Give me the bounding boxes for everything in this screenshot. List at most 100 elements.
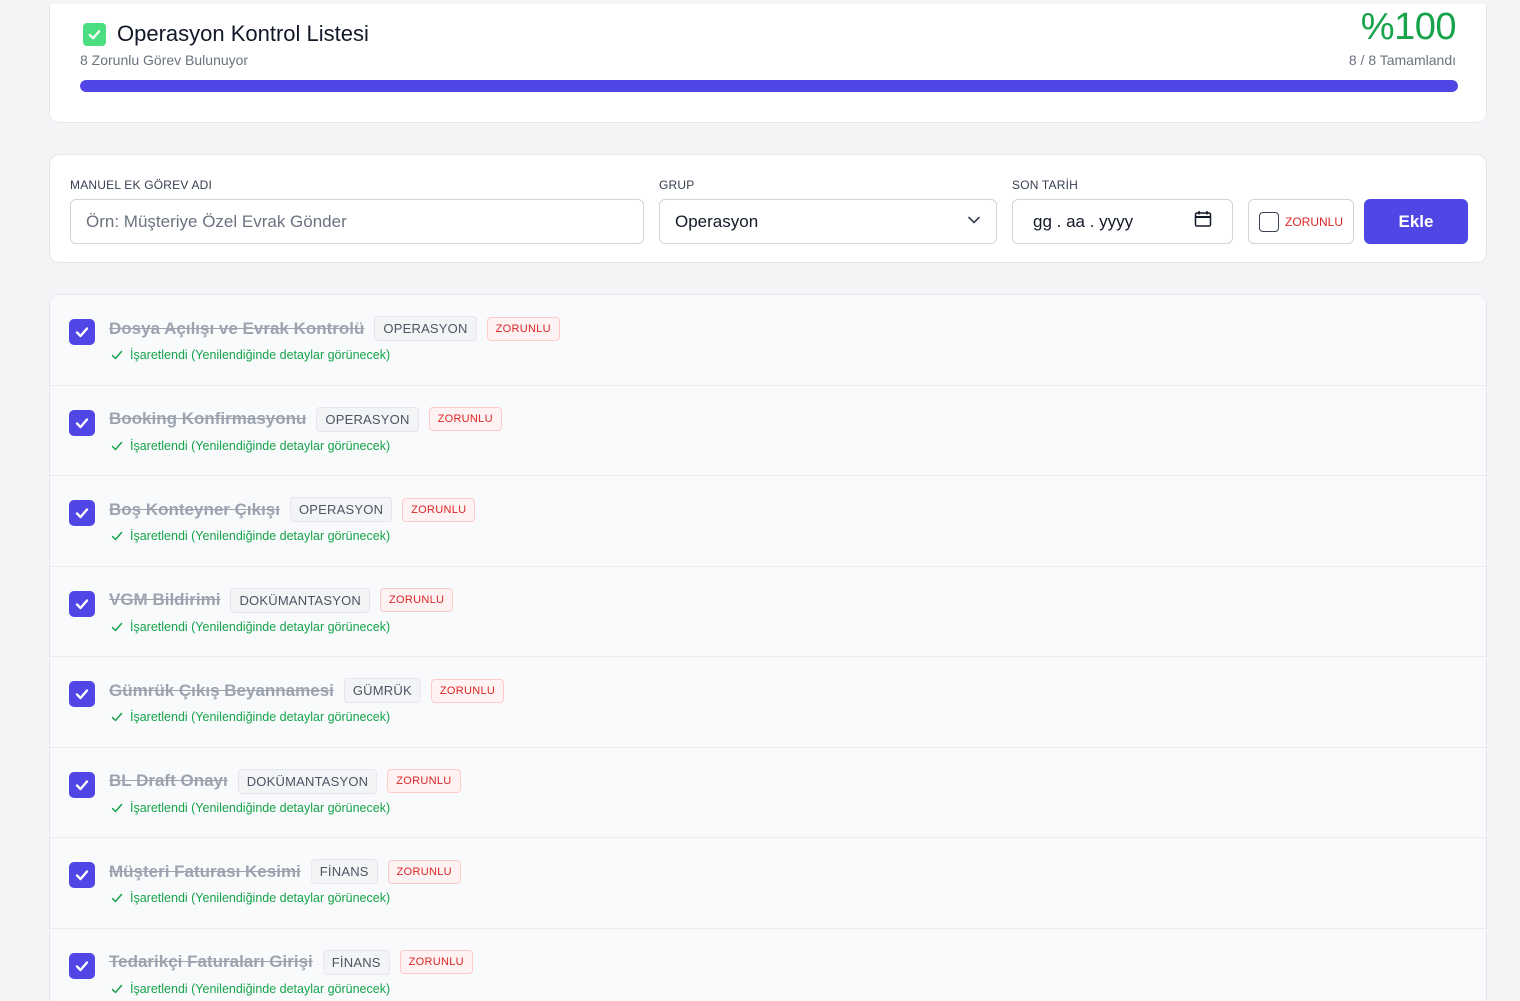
task-checkbox[interactable] <box>69 319 95 345</box>
task-head: VGM Bildirimi DOKÜMANTASYON ZORUNLU <box>109 587 454 613</box>
task-status-text: İşaretlendi (Yenilendiğinde detaylar gör… <box>130 891 391 905</box>
task-group-badge: FİNANS <box>310 859 378 884</box>
add-task-button[interactable]: Ekle <box>1364 199 1468 244</box>
task-group-badge: DOKÜMANTASYON <box>237 768 378 794</box>
check-icon <box>75 327 89 338</box>
task-status: İşaretlendi (Yenilendiğinde detaylar gör… <box>111 801 390 815</box>
task-head: Booking Konfirmasyonu OPERASYON ZORUNLU <box>109 406 502 432</box>
calendar-icon[interactable] <box>1194 210 1212 233</box>
task-checkbox[interactable] <box>69 771 95 798</box>
task-status: İşaretlendi (Yenilendiğinde detaylar gör… <box>111 348 390 362</box>
mandatory-toggle-label: ZORUNLU <box>1285 214 1344 229</box>
task-name: Tedarikçi Faturaları Girişi <box>109 952 313 971</box>
task-status-text: İşaretlendi (Yenilendiğinde detaylar gör… <box>130 619 391 634</box>
task-group-badge: FİNANS <box>322 949 390 975</box>
task-row: Dosya Açılışı ve Evrak Kontrolü OPERASYO… <box>50 295 1486 386</box>
task-group-badge: DOKÜMANTASYON <box>230 587 371 613</box>
checklist-header-card: Operasyon Kontrol Listesi 8 Zorunlu Göre… <box>49 4 1487 123</box>
task-row: Gümrük Çıkış Beyannamesi GÜMRÜK ZORUNLU … <box>50 657 1486 748</box>
task-status-text: İşaretlendi (Yenilendiğinde detaylar gör… <box>130 438 391 453</box>
task-head: BL Draft Onayı DOKÜMANTASYON ZORUNLU <box>109 768 461 794</box>
task-mandatory-badge: ZORUNLU <box>399 950 473 974</box>
check-icon <box>75 598 89 609</box>
task-mandatory-badge: ZORUNLU <box>428 407 502 431</box>
task-status: İşaretlendi (Yenilendiğinde detaylar gör… <box>111 439 390 453</box>
task-name: Dosya Açılışı ve Evrak Kontrolü <box>109 318 365 338</box>
task-status: İşaretlendi (Yenilendiğinde detaylar gör… <box>111 620 390 634</box>
task-row: VGM Bildirimi DOKÜMANTASYON ZORUNLU İşar… <box>50 566 1486 657</box>
task-mandatory-badge: ZORUNLU <box>430 678 505 703</box>
check-icon <box>75 508 89 519</box>
task-status-text: İşaretlendi (Yenilendiğinde detaylar gör… <box>130 710 391 724</box>
task-name: Boş Konteyner Çıkışı <box>109 499 280 519</box>
title-row: Operasyon Kontrol Listesi <box>83 21 369 47</box>
due-date-input[interactable]: gg . aa . yyyy <box>1012 199 1233 244</box>
check-mark-icon <box>111 803 123 812</box>
progress-bar-fill <box>80 80 1458 92</box>
check-mark-icon <box>111 350 123 360</box>
task-group-badge: OPERASYON <box>374 316 477 341</box>
task-checkbox[interactable] <box>69 681 95 707</box>
task-list: Dosya Açılışı ve Evrak Kontrolü OPERASYO… <box>49 294 1487 1001</box>
check-mark-icon <box>111 531 123 541</box>
task-status-text: İşaretlendi (Yenilendiğinde detaylar gör… <box>130 348 391 362</box>
task-mandatory-badge: ZORUNLU <box>486 316 560 341</box>
mandatory-checkbox[interactable] <box>1259 211 1279 232</box>
task-checkbox[interactable] <box>69 590 95 617</box>
task-head: Gümrük Çıkış Beyannamesi GÜMRÜK ZORUNLU <box>109 678 505 703</box>
task-status: İşaretlendi (Yenilendiğinde detaylar gör… <box>111 710 390 724</box>
task-checkbox[interactable] <box>69 409 95 436</box>
task-row: Tedarikçi Faturaları Girişi FİNANS ZORUN… <box>50 928 1486 1001</box>
task-name: VGM Bildirimi <box>109 590 221 609</box>
due-date-placeholder: gg . aa . yyyy <box>1033 211 1134 231</box>
progress-bar <box>80 80 1458 92</box>
task-mandatory-badge: ZORUNLU <box>387 769 461 793</box>
task-name: Booking Konfirmasyonu <box>109 409 307 428</box>
check-mark-icon <box>111 441 123 450</box>
mandatory-toggle[interactable]: ZORUNLU <box>1248 199 1354 244</box>
task-mandatory-badge: ZORUNLU <box>402 497 476 522</box>
task-mandatory-badge: ZORUNLU <box>380 588 454 612</box>
task-head: Dosya Açılışı ve Evrak Kontrolü OPERASYO… <box>109 316 560 341</box>
task-row: BL Draft Onayı DOKÜMANTASYON ZORUNLU İşa… <box>50 747 1486 838</box>
check-mark-icon <box>111 622 123 631</box>
task-head: Boş Konteyner Çıkışı OPERASYON ZORUNLU <box>109 497 476 522</box>
task-status: İşaretlendi (Yenilendiğinde detaylar gör… <box>111 982 390 996</box>
group-select-value: Operasyon <box>675 211 759 231</box>
check-icon <box>75 960 89 971</box>
task-name: Gümrük Çıkış Beyannamesi <box>109 680 334 700</box>
completion-percent: %100 <box>1360 6 1457 48</box>
task-name: Müşteri Faturası Kesimi <box>109 861 301 881</box>
task-group-badge: OPERASYON <box>290 497 393 522</box>
check-icon <box>75 689 89 700</box>
task-checkbox[interactable] <box>69 500 95 526</box>
task-name-label: MANUEL EK GÖREV ADI <box>70 178 213 192</box>
task-row: Müşteri Faturası Kesimi FİNANS ZORUNLU İ… <box>50 838 1486 929</box>
task-checkbox[interactable] <box>69 952 95 979</box>
task-status-text: İşaretlendi (Yenilendiğinde detaylar gör… <box>130 529 391 543</box>
task-name: BL Draft Onayı <box>109 771 228 790</box>
check-icon <box>75 779 89 790</box>
task-mandatory-badge: ZORUNLU <box>387 859 461 884</box>
check-mark-icon <box>111 712 123 722</box>
check-mark-icon <box>111 893 123 903</box>
task-row: Boş Konteyner Çıkışı OPERASYON ZORUNLU İ… <box>50 476 1486 567</box>
mandatory-count-text: 8 Zorunlu Görev Bulunuyor <box>80 52 249 68</box>
page: Operasyon Kontrol Listesi 8 Zorunlu Göre… <box>0 0 1520 1001</box>
group-label: GRUP <box>659 178 695 192</box>
check-box-icon <box>83 22 106 46</box>
task-group-badge: OPERASYON <box>316 406 419 432</box>
page-title: Operasyon Kontrol Listesi <box>117 21 369 46</box>
task-checkbox[interactable] <box>69 862 95 888</box>
check-mark-icon <box>111 984 123 993</box>
task-status: İşaretlendi (Yenilendiğinde detaylar gör… <box>111 529 390 543</box>
due-date-label: SON TARİH <box>1012 178 1079 192</box>
check-icon <box>75 417 89 428</box>
task-row: Booking Konfirmasyonu OPERASYON ZORUNLU … <box>50 385 1486 476</box>
task-status-text: İşaretlendi (Yenilendiğinde detaylar gör… <box>130 981 391 996</box>
task-status-text: İşaretlendi (Yenilendiğinde detaylar gör… <box>130 800 391 815</box>
task-name-input[interactable] <box>70 199 644 244</box>
group-select[interactable]: Operasyon <box>659 199 997 244</box>
add-task-form: MANUEL EK GÖREV ADI GRUP Operasyon SON T… <box>49 154 1487 263</box>
task-group-badge: GÜMRÜK <box>343 678 421 703</box>
